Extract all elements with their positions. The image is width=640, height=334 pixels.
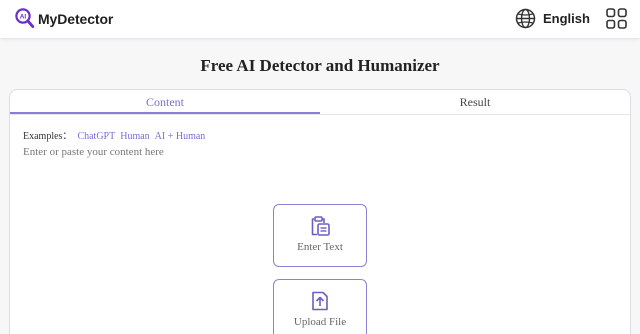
upload-file-button[interactable]: Upload File — [273, 279, 367, 334]
globe-icon — [515, 8, 536, 29]
detector-panel: Content Result Examples： ChatGPT Human AI +… — [9, 89, 631, 334]
language-label: English — [543, 11, 590, 26]
examples-row: Examples： ChatGPT Human AI + Human — [23, 127, 205, 142]
file-upload-icon — [312, 291, 328, 311]
example-ai-human-link[interactable]: AI + Human — [155, 131, 206, 142]
brand-name: MyDetector — [38, 10, 114, 27]
example-human-link[interactable]: Human — [120, 131, 149, 142]
logo-badge-text: AI — [20, 13, 27, 20]
tab-content[interactable]: Content — [10, 90, 320, 114]
content-input[interactable] — [23, 146, 613, 186]
upload-file-label: Upload File — [293, 316, 347, 328]
magnifier-logo-icon: AI — [15, 8, 35, 29]
clipboard-text-icon — [311, 216, 330, 236]
enter-text-button[interactable]: Enter Text — [273, 204, 367, 267]
language-selector[interactable]: English — [515, 8, 590, 29]
examples-label: Examples： — [23, 131, 73, 142]
brand-logo[interactable]: AI MyDetector — [15, 8, 113, 29]
tab-result[interactable]: Result — [320, 90, 630, 114]
apps-grid-icon[interactable] — [606, 8, 627, 29]
panel-tabs: Content Result — [10, 90, 630, 115]
top-navbar: AI MyDetector English — [0, 0, 640, 38]
example-chatgpt-link[interactable]: ChatGPT — [77, 131, 115, 142]
page-title: Free AI Detector and Humanizer — [200, 56, 440, 75]
enter-text-label: Enter Text — [297, 241, 343, 253]
